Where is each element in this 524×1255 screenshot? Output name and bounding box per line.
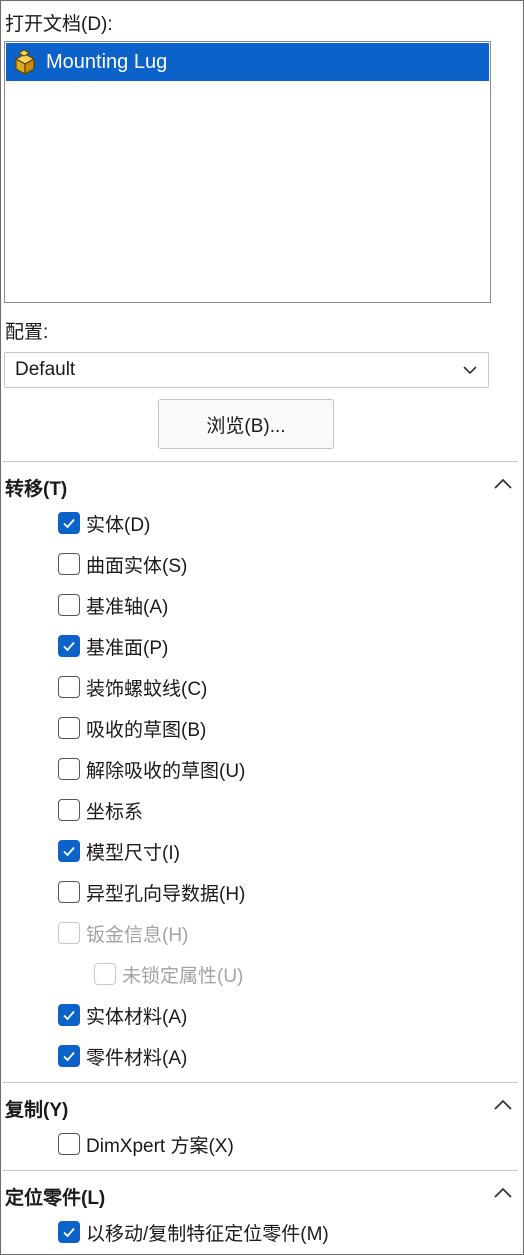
checkbox-option[interactable]: 零件材料(A)	[58, 1041, 187, 1071]
checkbox-option[interactable]: 实体材料(A)	[58, 1000, 187, 1030]
checkbox-label: 解除吸收的草图(U)	[86, 760, 246, 782]
checkbox[interactable]	[58, 758, 80, 780]
checkbox-option[interactable]: 实体(D)	[58, 508, 150, 538]
checkbox-label: 曲面实体(S)	[86, 555, 188, 577]
list-item-mounting-lug[interactable]: Mounting Lug	[6, 43, 489, 81]
checkbox[interactable]	[58, 881, 80, 903]
chevron-up-icon[interactable]	[491, 1096, 515, 1114]
checkmark-icon	[63, 1227, 75, 1238]
checkbox-option[interactable]: 解除吸收的草图(U)	[58, 754, 245, 784]
checkbox-option[interactable]: 曲面实体(S)	[58, 549, 187, 579]
checkbox[interactable]	[58, 553, 80, 575]
checkbox-option[interactable]: 基准轴(A)	[58, 590, 168, 620]
checkbox-label: DimXpert 方案(X)	[86, 1135, 234, 1157]
configuration-dropdown[interactable]: Default	[4, 352, 489, 388]
checkbox-label: 零件材料(A)	[86, 1047, 188, 1069]
checkbox-option: 钣金信息(H)	[58, 918, 188, 948]
section-divider	[2, 1170, 518, 1171]
part-icon	[14, 49, 36, 76]
section-divider	[2, 1082, 518, 1083]
checkbox-label: 以移动/复制特征定位零件(M)	[86, 1223, 329, 1245]
configuration-value: Default	[15, 359, 76, 380]
checkbox-label: 未锁定属性(U)	[122, 965, 244, 987]
checkbox[interactable]	[58, 1221, 80, 1243]
checkbox[interactable]	[58, 1045, 80, 1067]
checkmark-icon	[63, 641, 75, 652]
copy-section-title[interactable]: 复制(Y)	[5, 1095, 68, 1122]
open-documents-label: 打开文档(D):	[5, 14, 113, 35]
checkbox-option[interactable]: 基准面(P)	[58, 631, 168, 661]
checkbox	[58, 922, 80, 944]
checkbox-label: 坐标系	[86, 801, 144, 823]
checkmark-icon	[63, 846, 75, 857]
checkbox[interactable]	[58, 594, 80, 616]
locate-part-section-title[interactable]: 定位零件(L)	[5, 1183, 105, 1210]
checkbox[interactable]	[58, 799, 80, 821]
checkbox-option[interactable]: 吸收的草图(B)	[58, 713, 206, 743]
checkbox-label: 基准轴(A)	[86, 596, 169, 618]
checkbox-option[interactable]: 异型孔向导数据(H)	[58, 877, 245, 907]
checkbox-label: 钣金信息(H)	[86, 924, 189, 946]
checkmark-icon	[63, 518, 75, 529]
checkbox-label: 实体(D)	[86, 514, 151, 536]
open-documents-list[interactable]: Mounting Lug	[4, 41, 491, 303]
chevron-up-icon[interactable]	[491, 1184, 515, 1202]
checkbox[interactable]	[58, 1133, 80, 1155]
checkbox-label: 吸收的草图(B)	[86, 719, 207, 741]
checkbox[interactable]	[58, 676, 80, 698]
checkbox-label: 装饰螺蚊线(C)	[86, 678, 208, 700]
section-divider	[2, 461, 518, 462]
transfer-section-title[interactable]: 转移(T)	[5, 474, 67, 501]
checkbox[interactable]	[58, 717, 80, 739]
browse-button[interactable]: 浏览(B)...	[158, 399, 334, 449]
checkmark-icon	[63, 1010, 75, 1021]
checkbox-option[interactable]: 以移动/复制特征定位零件(M)	[58, 1217, 329, 1247]
checkbox-label: 实体材料(A)	[86, 1006, 188, 1028]
chevron-up-icon[interactable]	[491, 475, 515, 493]
checkbox[interactable]	[58, 635, 80, 657]
chevron-down-icon	[463, 366, 477, 375]
checkbox[interactable]	[58, 512, 80, 534]
checkbox-label: 基准面(P)	[86, 637, 169, 659]
checkbox-option[interactable]: DimXpert 方案(X)	[58, 1129, 234, 1159]
checkmark-icon	[63, 1051, 75, 1062]
list-item-label: Mounting Lug	[46, 50, 168, 73]
checkbox-option[interactable]: 模型尺寸(I)	[58, 836, 180, 866]
checkbox-label: 模型尺寸(I)	[86, 842, 180, 864]
checkbox-option[interactable]: 装饰螺蚊线(C)	[58, 672, 207, 702]
checkbox-option[interactable]: 坐标系	[58, 795, 143, 825]
checkbox[interactable]	[58, 840, 80, 862]
checkbox-option: 未锁定属性(U)	[94, 959, 243, 989]
configuration-label: 配置:	[5, 322, 49, 343]
checkbox	[94, 963, 116, 985]
checkbox-label: 异型孔向导数据(H)	[86, 883, 246, 905]
checkbox[interactable]	[58, 1004, 80, 1026]
insert-part-panel: 打开文档(D): Mounting Lug 配置: Default 浏览(B).…	[0, 0, 524, 1255]
